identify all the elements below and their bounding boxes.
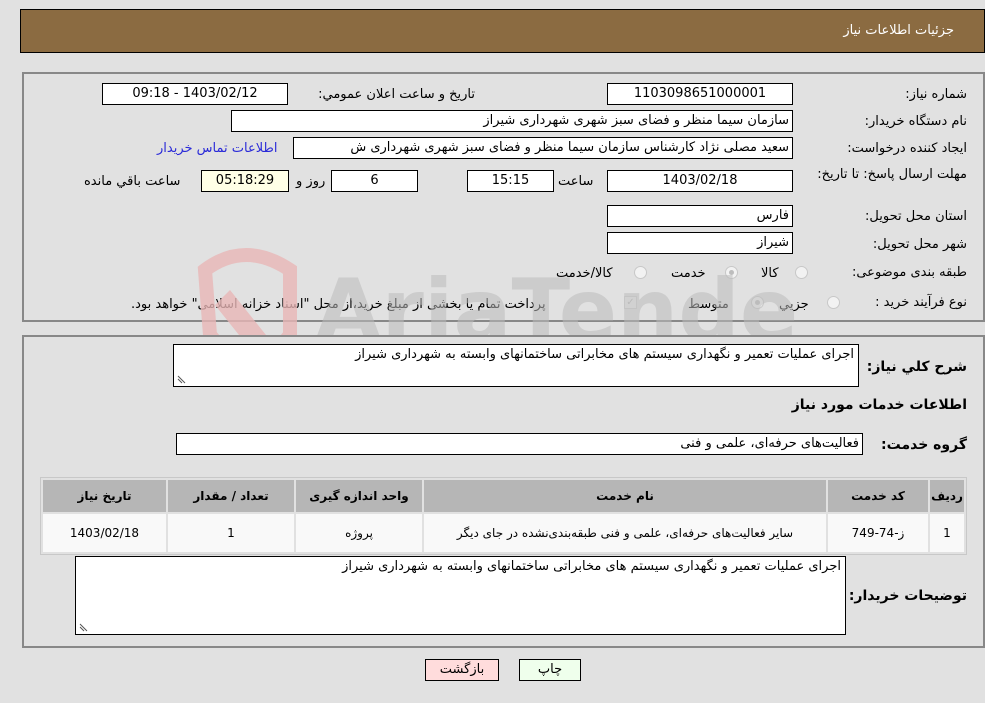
col-service-name: نام خدمت xyxy=(424,480,826,512)
buyer-notes-label: توضیحات خریدار: xyxy=(848,588,967,604)
days-label: روز و xyxy=(296,174,326,189)
creator-field: سعید مصلی نژاد کارشناس سازمان سیما منظر … xyxy=(293,137,793,159)
resize-grip-icon[interactable] xyxy=(79,623,88,632)
cell-need-date: 1403/02/18 xyxy=(43,514,166,552)
process-type-label: نوع فرآیند خرید : xyxy=(875,295,967,310)
category-service-radio[interactable] xyxy=(725,266,738,279)
buyer-org-field: سازمان سیما منظر و فضای سبز شهری شهرداری… xyxy=(231,110,793,132)
treasury-checkbox-label: پرداخت تمام یا بخشی از مبلغ خرید،از محل … xyxy=(131,297,546,312)
col-service-code: کد خدمت xyxy=(828,480,928,512)
city-label: شهر محل تحویل: xyxy=(872,237,967,252)
province-field: فارس xyxy=(607,205,793,227)
need-number-field: 1103098651000001 xyxy=(607,83,793,105)
service-group-label: گروه خدمت: xyxy=(881,437,967,453)
buyer-notes-text: اجرای عملیات تعمیر و نگهداری سیستم های م… xyxy=(342,559,841,574)
need-number-label: شماره نیاز: xyxy=(905,87,967,102)
deadline-time-label: ساعت xyxy=(558,174,594,189)
page-title: جزئیات اطلاعات نیاز xyxy=(843,23,954,38)
col-need-date: تاریخ نیاز xyxy=(43,480,166,512)
back-button[interactable]: بازگشت xyxy=(425,659,499,681)
category-goods-label: کالا xyxy=(761,266,779,281)
cell-service-code: ز-74-749 xyxy=(828,514,928,552)
resize-grip-icon[interactable] xyxy=(177,375,186,384)
cell-quantity: 1 xyxy=(168,514,294,552)
category-goods-radio[interactable] xyxy=(795,266,808,279)
process-medium-label: متوسط xyxy=(688,297,729,312)
category-goods-service-label: کالا/خدمت xyxy=(556,266,613,281)
days-remaining-field: 6 xyxy=(331,170,418,192)
category-label: طبقه بندی موضوعی: xyxy=(851,265,967,280)
process-minor-radio[interactable] xyxy=(827,296,840,309)
buyer-org-label: نام دستگاه خریدار: xyxy=(864,114,967,129)
buyer-notes-textarea[interactable]: اجرای عملیات تعمیر و نگهداری سیستم های م… xyxy=(75,556,846,635)
deadline-date-field: 1403/02/18 xyxy=(607,170,793,192)
province-label: استان محل تحویل: xyxy=(865,209,967,224)
creator-label: ایجاد کننده درخواست: xyxy=(847,141,967,156)
category-service-label: خدمت xyxy=(671,266,706,281)
process-medium-radio[interactable] xyxy=(751,296,764,309)
summary-textarea[interactable]: اجرای عملیات تعمیر و نگهداری سیستم های م… xyxy=(173,344,859,387)
treasury-checkbox[interactable]: ✓ xyxy=(624,296,637,309)
deadline-time-field: 15:15 xyxy=(467,170,554,192)
table-row: 1 ز-74-749 سایر فعالیت‌های حرفه‌ای، علمی… xyxy=(43,514,964,552)
services-table: ردیف کد خدمت نام خدمت واحد اندازه گیری ت… xyxy=(40,477,967,555)
col-row: ردیف xyxy=(930,480,964,512)
summary-label: شرح کلي نیاز: xyxy=(866,359,967,375)
print-button[interactable]: چاپ xyxy=(519,659,581,681)
cell-unit: پروژه xyxy=(296,514,422,552)
col-quantity: تعداد / مقدار xyxy=(168,480,294,512)
cell-service-name: سایر فعالیت‌های حرفه‌ای، علمی و فنی طبقه… xyxy=(424,514,826,552)
cell-row: 1 xyxy=(930,514,964,552)
summary-text: اجرای عملیات تعمیر و نگهداری سیستم های م… xyxy=(355,347,854,362)
col-unit: واحد اندازه گیری xyxy=(296,480,422,512)
table-header-row: ردیف کد خدمت نام خدمت واحد اندازه گیری ت… xyxy=(43,480,964,512)
process-minor-label: جزيي xyxy=(779,297,809,312)
category-goods-service-radio[interactable] xyxy=(634,266,647,279)
time-remaining-label: ساعت باقي مانده xyxy=(84,174,181,189)
city-field: شیراز xyxy=(607,232,793,254)
announce-label: تاریخ و ساعت اعلان عمومي: xyxy=(318,87,475,102)
page-header: جزئیات اطلاعات نیاز xyxy=(20,9,985,53)
buyer-contact-link[interactable]: اطلاعات تماس خریدار xyxy=(157,141,277,156)
announce-datetime-field: 1403/02/12 - 09:18 xyxy=(102,83,288,105)
services-heading: اطلاعات خدمات مورد نیاز xyxy=(791,397,967,413)
service-group-field: فعالیت‌های حرفه‌ای، علمی و فنی xyxy=(176,433,863,455)
time-remaining-field: 05:18:29 xyxy=(201,170,289,192)
deadline-label: مهلت ارسال پاسخ: تا تاریخ: xyxy=(817,167,967,182)
